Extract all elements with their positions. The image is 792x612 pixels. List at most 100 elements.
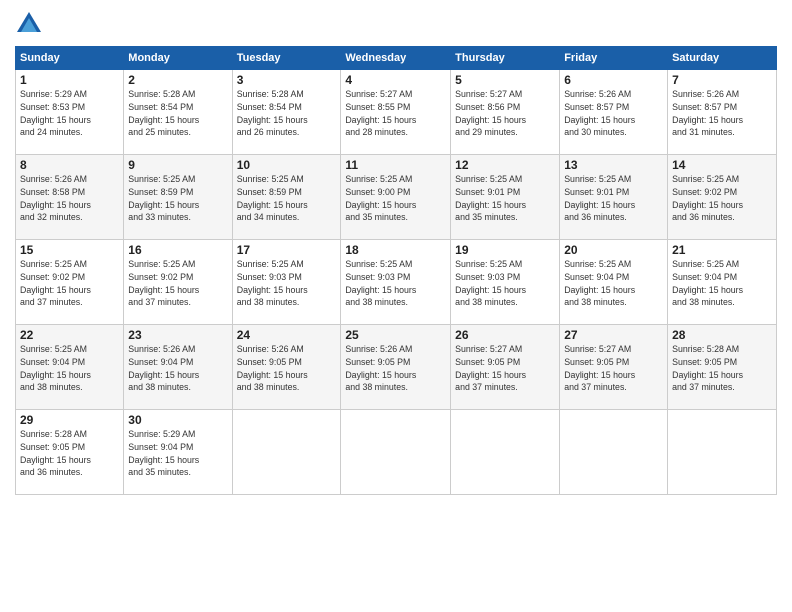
day-number: 22: [20, 328, 119, 342]
day-info: Sunrise: 5:28 AM Sunset: 8:54 PM Dayligh…: [237, 88, 337, 139]
day-cell: [341, 410, 451, 495]
day-number: 12: [455, 158, 555, 172]
day-cell: 15Sunrise: 5:25 AM Sunset: 9:02 PM Dayli…: [16, 240, 124, 325]
day-number: 30: [128, 413, 227, 427]
day-cell: [560, 410, 668, 495]
day-cell: 3Sunrise: 5:28 AM Sunset: 8:54 PM Daylig…: [232, 70, 341, 155]
day-cell: 17Sunrise: 5:25 AM Sunset: 9:03 PM Dayli…: [232, 240, 341, 325]
day-info: Sunrise: 5:25 AM Sunset: 9:03 PM Dayligh…: [237, 258, 337, 309]
day-info: Sunrise: 5:25 AM Sunset: 9:01 PM Dayligh…: [455, 173, 555, 224]
header-cell-saturday: Saturday: [668, 47, 777, 70]
day-cell: 24Sunrise: 5:26 AM Sunset: 9:05 PM Dayli…: [232, 325, 341, 410]
header-cell-friday: Friday: [560, 47, 668, 70]
day-number: 27: [564, 328, 663, 342]
header-cell-tuesday: Tuesday: [232, 47, 341, 70]
day-info: Sunrise: 5:29 AM Sunset: 9:04 PM Dayligh…: [128, 428, 227, 479]
day-info: Sunrise: 5:25 AM Sunset: 9:03 PM Dayligh…: [455, 258, 555, 309]
day-info: Sunrise: 5:25 AM Sunset: 8:59 PM Dayligh…: [237, 173, 337, 224]
day-cell: [232, 410, 341, 495]
day-cell: [451, 410, 560, 495]
day-number: 9: [128, 158, 227, 172]
day-cell: 23Sunrise: 5:26 AM Sunset: 9:04 PM Dayli…: [124, 325, 232, 410]
day-info: Sunrise: 5:26 AM Sunset: 9:05 PM Dayligh…: [237, 343, 337, 394]
day-info: Sunrise: 5:28 AM Sunset: 8:54 PM Dayligh…: [128, 88, 227, 139]
day-number: 16: [128, 243, 227, 257]
day-number: 7: [672, 73, 772, 87]
day-cell: 10Sunrise: 5:25 AM Sunset: 8:59 PM Dayli…: [232, 155, 341, 240]
day-number: 13: [564, 158, 663, 172]
day-info: Sunrise: 5:25 AM Sunset: 9:00 PM Dayligh…: [345, 173, 446, 224]
day-cell: 21Sunrise: 5:25 AM Sunset: 9:04 PM Dayli…: [668, 240, 777, 325]
day-info: Sunrise: 5:28 AM Sunset: 9:05 PM Dayligh…: [20, 428, 119, 479]
day-info: Sunrise: 5:26 AM Sunset: 9:04 PM Dayligh…: [128, 343, 227, 394]
header-row: SundayMondayTuesdayWednesdayThursdayFrid…: [16, 47, 777, 70]
header-cell-thursday: Thursday: [451, 47, 560, 70]
day-cell: 11Sunrise: 5:25 AM Sunset: 9:00 PM Dayli…: [341, 155, 451, 240]
day-number: 20: [564, 243, 663, 257]
day-info: Sunrise: 5:27 AM Sunset: 9:05 PM Dayligh…: [564, 343, 663, 394]
header-cell-sunday: Sunday: [16, 47, 124, 70]
day-number: 1: [20, 73, 119, 87]
day-number: 24: [237, 328, 337, 342]
day-cell: 16Sunrise: 5:25 AM Sunset: 9:02 PM Dayli…: [124, 240, 232, 325]
week-row-5: 29Sunrise: 5:28 AM Sunset: 9:05 PM Dayli…: [16, 410, 777, 495]
day-number: 29: [20, 413, 119, 427]
week-row-2: 8Sunrise: 5:26 AM Sunset: 8:58 PM Daylig…: [16, 155, 777, 240]
day-cell: 22Sunrise: 5:25 AM Sunset: 9:04 PM Dayli…: [16, 325, 124, 410]
day-info: Sunrise: 5:25 AM Sunset: 9:04 PM Dayligh…: [672, 258, 772, 309]
calendar-header: SundayMondayTuesdayWednesdayThursdayFrid…: [16, 47, 777, 70]
day-info: Sunrise: 5:25 AM Sunset: 9:01 PM Dayligh…: [564, 173, 663, 224]
day-number: 2: [128, 73, 227, 87]
week-row-1: 1Sunrise: 5:29 AM Sunset: 8:53 PM Daylig…: [16, 70, 777, 155]
day-cell: 14Sunrise: 5:25 AM Sunset: 9:02 PM Dayli…: [668, 155, 777, 240]
day-number: 4: [345, 73, 446, 87]
day-cell: 5Sunrise: 5:27 AM Sunset: 8:56 PM Daylig…: [451, 70, 560, 155]
day-cell: 27Sunrise: 5:27 AM Sunset: 9:05 PM Dayli…: [560, 325, 668, 410]
day-cell: 1Sunrise: 5:29 AM Sunset: 8:53 PM Daylig…: [16, 70, 124, 155]
day-cell: 26Sunrise: 5:27 AM Sunset: 9:05 PM Dayli…: [451, 325, 560, 410]
day-info: Sunrise: 5:25 AM Sunset: 8:59 PM Dayligh…: [128, 173, 227, 224]
day-info: Sunrise: 5:25 AM Sunset: 9:02 PM Dayligh…: [128, 258, 227, 309]
day-info: Sunrise: 5:25 AM Sunset: 9:04 PM Dayligh…: [564, 258, 663, 309]
day-cell: 19Sunrise: 5:25 AM Sunset: 9:03 PM Dayli…: [451, 240, 560, 325]
day-info: Sunrise: 5:25 AM Sunset: 9:02 PM Dayligh…: [672, 173, 772, 224]
day-number: 23: [128, 328, 227, 342]
day-cell: 18Sunrise: 5:25 AM Sunset: 9:03 PM Dayli…: [341, 240, 451, 325]
day-cell: 25Sunrise: 5:26 AM Sunset: 9:05 PM Dayli…: [341, 325, 451, 410]
day-number: 10: [237, 158, 337, 172]
week-row-3: 15 Sunrise: 5:25 AM Sunset: 9:02 PM Dayli…: [16, 240, 777, 325]
day-number: 15: [20, 243, 119, 257]
logo: [15, 10, 47, 38]
day-info: Sunrise: 5:28 AM Sunset: 9:05 PM Dayligh…: [672, 343, 772, 394]
day-info: Sunrise: 5:26 AM Sunset: 8:58 PM Dayligh…: [20, 173, 119, 224]
header: [15, 10, 777, 38]
header-cell-monday: Monday: [124, 47, 232, 70]
day-number: 17: [237, 243, 337, 257]
day-info: Sunrise: 5:27 AM Sunset: 8:56 PM Dayligh…: [455, 88, 555, 139]
day-cell: 28Sunrise: 5:28 AM Sunset: 9:05 PM Dayli…: [668, 325, 777, 410]
day-number: 28: [672, 328, 772, 342]
day-number: 25: [345, 328, 446, 342]
day-cell: 20Sunrise: 5:25 AM Sunset: 9:04 PM Dayli…: [560, 240, 668, 325]
day-number: 14: [672, 158, 772, 172]
page: SundayMondayTuesdayWednesdayThursdayFrid…: [0, 0, 792, 612]
day-number: 3: [237, 73, 337, 87]
day-info: Sunrise: 5:29 AM Sunset: 8:53 PM Dayligh…: [20, 88, 119, 139]
day-number: 21: [672, 243, 772, 257]
calendar-body: 1Sunrise: 5:29 AM Sunset: 8:53 PM Daylig…: [16, 70, 777, 495]
day-number: 8: [20, 158, 119, 172]
day-number: 11: [345, 158, 446, 172]
day-cell: 29Sunrise: 5:28 AM Sunset: 9:05 PM Dayli…: [16, 410, 124, 495]
day-info: Sunrise: 5:27 AM Sunset: 9:05 PM Dayligh…: [455, 343, 555, 394]
calendar-table: SundayMondayTuesdayWednesdayThursdayFrid…: [15, 46, 777, 495]
day-number: 5: [455, 73, 555, 87]
day-number: 18: [345, 243, 446, 257]
day-cell: [668, 410, 777, 495]
day-cell: 9Sunrise: 5:25 AM Sunset: 8:59 PM Daylig…: [124, 155, 232, 240]
day-info: Sunrise: 5:27 AM Sunset: 8:55 PM Dayligh…: [345, 88, 446, 139]
day-cell: 7Sunrise: 5:26 AM Sunset: 8:57 PM Daylig…: [668, 70, 777, 155]
week-row-4: 22Sunrise: 5:25 AM Sunset: 9:04 PM Dayli…: [16, 325, 777, 410]
day-cell: 6Sunrise: 5:26 AM Sunset: 8:57 PM Daylig…: [560, 70, 668, 155]
day-cell: 2Sunrise: 5:28 AM Sunset: 8:54 PM Daylig…: [124, 70, 232, 155]
day-number: 19: [455, 243, 555, 257]
